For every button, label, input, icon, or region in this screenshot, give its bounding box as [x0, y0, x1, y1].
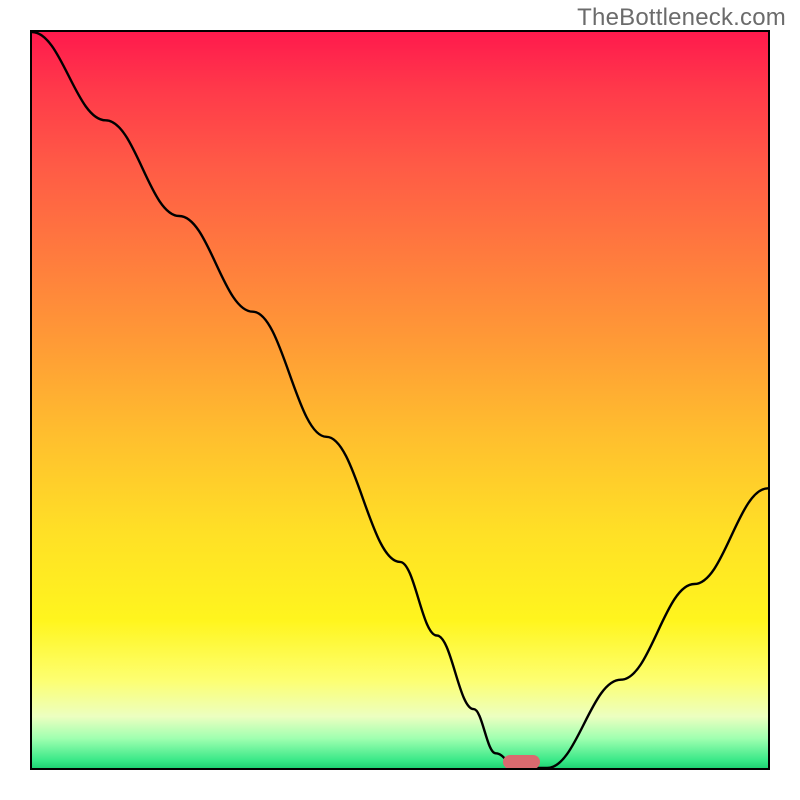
optimal-marker [503, 755, 541, 769]
plot-area [30, 30, 770, 770]
chart-container: TheBottleneck.com [0, 0, 800, 800]
bottleneck-curve [32, 32, 768, 768]
watermark-label: TheBottleneck.com [577, 4, 786, 32]
